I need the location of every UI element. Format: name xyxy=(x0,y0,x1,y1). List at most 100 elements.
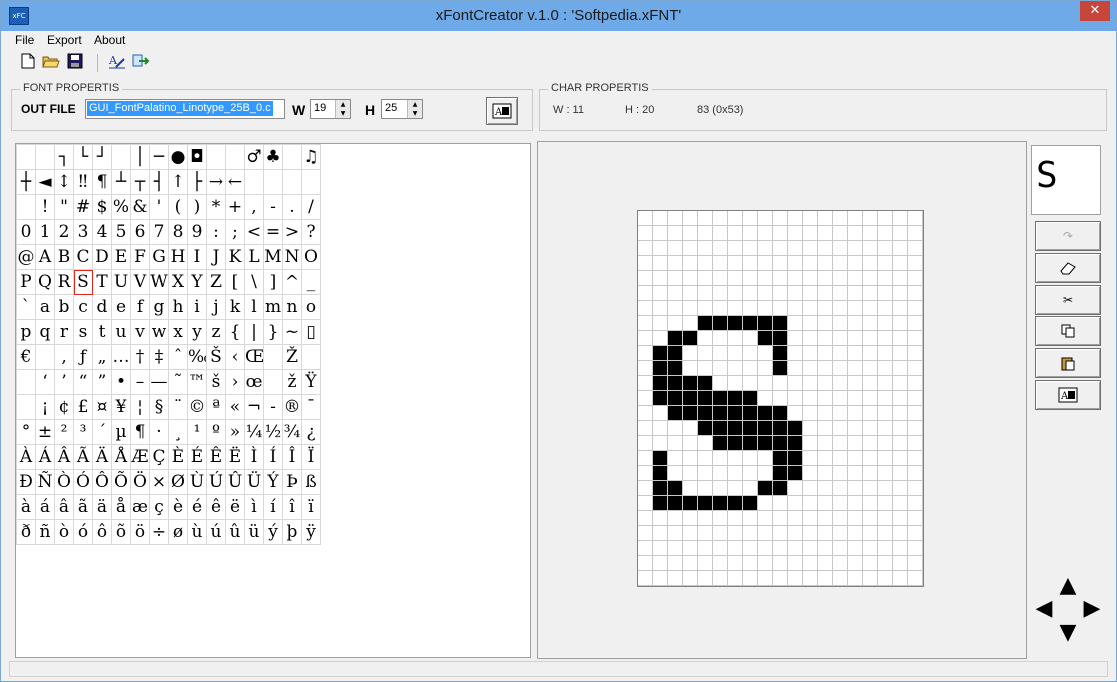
pixel-cell[interactable] xyxy=(638,256,653,271)
pixel-cell[interactable] xyxy=(863,286,878,301)
pixel-cell[interactable] xyxy=(848,211,863,226)
char-cell[interactable]: µ xyxy=(112,420,131,445)
char-cell[interactable]: ♫ xyxy=(302,145,321,170)
pixel-cell[interactable] xyxy=(713,496,728,511)
pixel-cell[interactable] xyxy=(833,211,848,226)
char-cell[interactable]: “ xyxy=(74,370,93,395)
char-cell[interactable]: a xyxy=(36,295,55,320)
pixel-cell[interactable] xyxy=(638,496,653,511)
pixel-cell[interactable] xyxy=(878,526,893,541)
char-cell[interactable]: G xyxy=(150,245,169,270)
pixel-cell[interactable] xyxy=(893,466,908,481)
char-cell[interactable]: € xyxy=(17,345,36,370)
save-disk-icon[interactable] xyxy=(65,53,85,73)
char-cell[interactable] xyxy=(302,170,321,195)
pixel-cell[interactable] xyxy=(893,361,908,376)
char-cell[interactable]: h xyxy=(169,295,188,320)
pixel-cell[interactable] xyxy=(773,331,788,346)
pixel-cell[interactable] xyxy=(788,436,803,451)
char-cell[interactable]: ' xyxy=(150,195,169,220)
pixel-cell[interactable] xyxy=(773,466,788,481)
pixel-cell[interactable] xyxy=(803,451,818,466)
pixel-cell[interactable] xyxy=(638,346,653,361)
pixel-cell[interactable] xyxy=(728,376,743,391)
pixel-cell[interactable] xyxy=(833,571,848,586)
char-cell[interactable]: ° xyxy=(17,420,36,445)
char-cell[interactable]: • xyxy=(112,370,131,395)
pixel-cell[interactable] xyxy=(848,391,863,406)
pixel-cell[interactable] xyxy=(803,406,818,421)
char-cell[interactable]: þ xyxy=(283,520,302,545)
pixel-cell[interactable] xyxy=(878,391,893,406)
char-cell[interactable]: Ž xyxy=(283,345,302,370)
char-cell[interactable]: ó xyxy=(74,520,93,545)
pixel-cell[interactable] xyxy=(668,256,683,271)
width-spinner[interactable]: 19 ▲ ▼ xyxy=(310,99,351,119)
char-cell[interactable]: ô xyxy=(93,520,112,545)
pixel-cell[interactable] xyxy=(713,571,728,586)
char-cell[interactable]: K xyxy=(226,245,245,270)
pixel-cell[interactable] xyxy=(683,541,698,556)
pixel-cell[interactable] xyxy=(713,466,728,481)
char-cell[interactable]: n xyxy=(283,295,302,320)
char-cell[interactable]: o xyxy=(302,295,321,320)
char-cell[interactable] xyxy=(245,170,264,195)
pixel-cell[interactable] xyxy=(773,511,788,526)
pixel-cell[interactable] xyxy=(653,271,668,286)
char-cell[interactable]: ê xyxy=(207,495,226,520)
pixel-cell[interactable] xyxy=(743,391,758,406)
pixel-cell[interactable] xyxy=(863,256,878,271)
pixel-cell[interactable] xyxy=(788,226,803,241)
char-cell[interactable]: † xyxy=(131,345,150,370)
char-cell[interactable]: Š xyxy=(207,345,226,370)
pixel-cell[interactable] xyxy=(653,556,668,571)
pixel-cell[interactable] xyxy=(848,361,863,376)
pixel-cell[interactable] xyxy=(638,271,653,286)
pixel-cell[interactable] xyxy=(893,331,908,346)
pixel-cell[interactable] xyxy=(863,451,878,466)
pixel-cell[interactable] xyxy=(863,556,878,571)
char-cell[interactable]: œ xyxy=(245,370,264,395)
pixel-cell[interactable] xyxy=(803,496,818,511)
char-cell[interactable]: à xyxy=(17,495,36,520)
pixel-cell[interactable] xyxy=(698,436,713,451)
char-cell[interactable]: Ô xyxy=(93,470,112,495)
char-cell[interactable]: Ì xyxy=(245,445,264,470)
char-cell[interactable]: ª xyxy=(207,395,226,420)
char-cell[interactable]: ` xyxy=(17,295,36,320)
pixel-cell[interactable] xyxy=(728,436,743,451)
pixel-cell[interactable] xyxy=(803,346,818,361)
pixel-cell[interactable] xyxy=(668,241,683,256)
char-cell[interactable]: Å xyxy=(112,445,131,470)
pixel-cell[interactable] xyxy=(893,286,908,301)
char-cell[interactable]: Û xyxy=(226,470,245,495)
pixel-cell[interactable] xyxy=(728,496,743,511)
pixel-cell[interactable] xyxy=(893,226,908,241)
pixel-cell[interactable] xyxy=(713,361,728,376)
char-cell[interactable] xyxy=(17,195,36,220)
char-cell[interactable]: ┴ xyxy=(112,170,131,195)
pixel-cell[interactable] xyxy=(863,466,878,481)
pixel-cell[interactable] xyxy=(743,346,758,361)
char-cell[interactable]: ┐ xyxy=(55,145,74,170)
pixel-cell[interactable] xyxy=(758,541,773,556)
char-cell[interactable] xyxy=(283,170,302,195)
pixel-cell[interactable] xyxy=(698,211,713,226)
pixel-cell[interactable] xyxy=(908,376,923,391)
pixel-cell[interactable] xyxy=(638,451,653,466)
pixel-cell[interactable] xyxy=(818,211,833,226)
char-cell[interactable]: è xyxy=(169,495,188,520)
char-cell[interactable]: ß xyxy=(302,470,321,495)
pixel-cell[interactable] xyxy=(758,211,773,226)
char-cell[interactable]: Í xyxy=(264,445,283,470)
char-cell[interactable]: ð xyxy=(17,520,36,545)
pixel-cell[interactable] xyxy=(773,451,788,466)
char-cell[interactable]: å xyxy=(112,495,131,520)
char-cell[interactable]: z xyxy=(207,320,226,345)
char-cell[interactable]: Ÿ xyxy=(302,370,321,395)
char-cell[interactable]: ¤ xyxy=(93,395,112,420)
pixel-cell[interactable] xyxy=(668,451,683,466)
pixel-cell[interactable] xyxy=(653,526,668,541)
open-folder-icon[interactable] xyxy=(41,53,61,73)
char-cell[interactable]: I xyxy=(188,245,207,270)
